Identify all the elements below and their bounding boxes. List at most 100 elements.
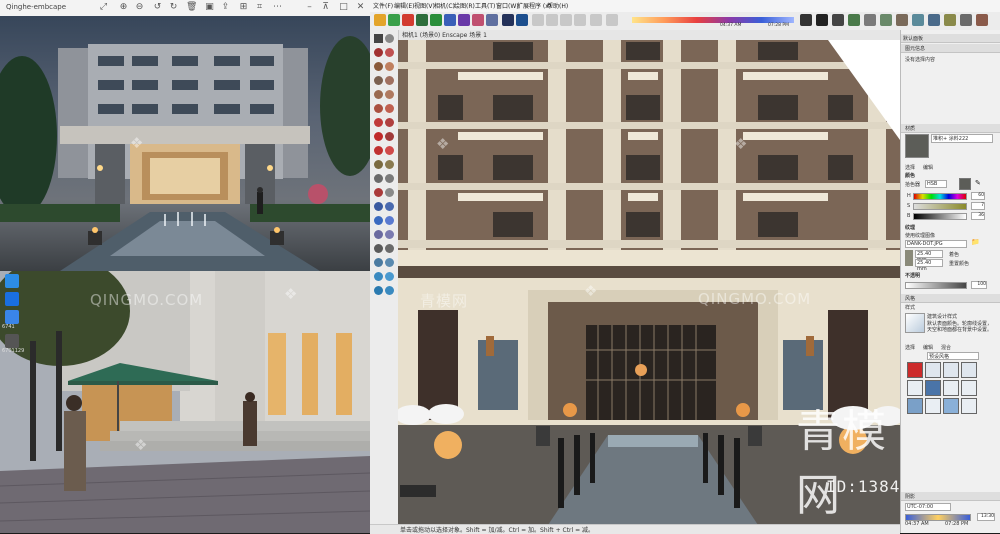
component-icon[interactable] bbox=[472, 14, 484, 26]
look-around-icon[interactable] bbox=[374, 258, 383, 267]
section-plane-icon[interactable] bbox=[816, 14, 828, 26]
maximize-icon[interactable]: □ bbox=[338, 2, 349, 13]
circle-icon[interactable] bbox=[374, 90, 383, 99]
follow-me-icon[interactable] bbox=[385, 118, 394, 127]
add-icon[interactable] bbox=[430, 14, 442, 26]
view-top-icon[interactable] bbox=[606, 14, 618, 26]
use-texture-checkbox[interactable]: 使用纹理图像 bbox=[905, 232, 935, 239]
delete-icon[interactable]: 🗑 bbox=[186, 2, 197, 13]
minimize-icon[interactable]: – bbox=[304, 2, 315, 13]
style-thumb-item[interactable] bbox=[943, 380, 959, 396]
text-icon[interactable] bbox=[385, 174, 394, 183]
style-thumb-item[interactable] bbox=[961, 362, 977, 378]
texture-icon[interactable] bbox=[848, 14, 860, 26]
texture-height-field[interactable]: 25.40 mm bbox=[915, 259, 943, 272]
offset-icon[interactable] bbox=[385, 146, 394, 155]
house-icon[interactable] bbox=[590, 14, 602, 26]
sandbox-icon[interactable] bbox=[385, 286, 394, 295]
style-tab-select[interactable]: 选择 bbox=[905, 344, 915, 351]
style-thumb-item[interactable] bbox=[961, 380, 977, 396]
style-thumb-item[interactable] bbox=[943, 398, 959, 414]
app-shortcut-icon[interactable] bbox=[5, 334, 19, 348]
tab-select[interactable]: 选择 bbox=[905, 164, 915, 171]
mail-icon[interactable] bbox=[502, 14, 514, 26]
push-pull-icon[interactable] bbox=[374, 118, 383, 127]
rotate-icon[interactable] bbox=[385, 132, 394, 141]
sandbox-icon[interactable] bbox=[374, 286, 383, 295]
walk-icon[interactable] bbox=[385, 244, 394, 253]
wireframe-icon[interactable] bbox=[832, 14, 844, 26]
outliner-icon[interactable] bbox=[928, 14, 940, 26]
image-icon[interactable]: ▣ bbox=[204, 2, 215, 13]
reset-color-checkbox[interactable]: 重置颜色 bbox=[949, 260, 969, 267]
rotate-left-icon[interactable]: ↺ bbox=[152, 2, 163, 13]
rotate-right-icon[interactable]: ↻ bbox=[168, 2, 179, 13]
close-icon[interactable]: ✕ bbox=[355, 2, 366, 13]
select-arrow-icon[interactable] bbox=[374, 34, 383, 43]
texture-file-field[interactable]: DANK-DOT.JPG bbox=[905, 240, 967, 248]
styles-header[interactable]: 风格 bbox=[901, 294, 1000, 303]
b-slider[interactable] bbox=[913, 213, 967, 220]
style-thumb-item[interactable] bbox=[925, 398, 941, 414]
materials-icon[interactable] bbox=[976, 14, 988, 26]
colorize-checkbox[interactable]: 着色 bbox=[949, 251, 959, 258]
time-slider[interactable] bbox=[905, 514, 971, 521]
style-tab-edit[interactable]: 编辑 bbox=[923, 344, 933, 351]
app-shortcut-icon[interactable] bbox=[5, 292, 19, 306]
rectangle-icon[interactable] bbox=[374, 76, 383, 85]
view-front-icon[interactable] bbox=[574, 14, 586, 26]
house-icon[interactable] bbox=[560, 14, 572, 26]
menu-draw[interactable]: 绘图(R) bbox=[454, 1, 475, 10]
3d-text-icon[interactable] bbox=[385, 188, 394, 197]
style-dropdown[interactable]: 预设风格 bbox=[927, 352, 979, 360]
grid-icon[interactable]: ⊞ bbox=[238, 2, 249, 13]
arc-icon[interactable] bbox=[374, 104, 383, 113]
protractor-icon[interactable] bbox=[374, 174, 383, 183]
scene-tab-label[interactable]: 相机1 (场景0) Enscape 场景 1 bbox=[402, 30, 487, 39]
zoom-out-icon[interactable]: ⊖ bbox=[134, 2, 145, 13]
paint-icon[interactable] bbox=[374, 48, 383, 57]
axes-icon[interactable] bbox=[374, 188, 383, 197]
texture-width-field[interactable]: 25.40 mm bbox=[915, 250, 943, 263]
scene-tabs[interactable]: 相机1 (场景0) Enscape 场景 1 bbox=[398, 30, 900, 40]
style-thumb-item[interactable] bbox=[907, 398, 923, 414]
materials-header[interactable]: 材质 bbox=[901, 124, 1000, 133]
figure-icon[interactable] bbox=[458, 14, 470, 26]
shaded-icon[interactable] bbox=[880, 14, 892, 26]
app-shortcut-icon[interactable] bbox=[5, 274, 19, 288]
view-iso-icon[interactable] bbox=[800, 14, 812, 26]
pan-icon[interactable] bbox=[385, 202, 394, 211]
style-thumb-item[interactable] bbox=[961, 398, 977, 414]
timezone-select[interactable]: UTC-07:00 bbox=[905, 503, 951, 511]
crop-icon[interactable]: ⌗ bbox=[254, 2, 265, 13]
dimension-icon[interactable] bbox=[385, 160, 394, 169]
menu-view[interactable]: 视图(V) bbox=[414, 1, 435, 10]
refresh-icon[interactable] bbox=[388, 14, 400, 26]
s-slider[interactable] bbox=[913, 203, 967, 210]
xray-icon[interactable] bbox=[864, 14, 876, 26]
style-thumb-item[interactable] bbox=[925, 362, 941, 378]
tree-icon[interactable] bbox=[416, 14, 428, 26]
polygon-icon[interactable] bbox=[385, 90, 394, 99]
tape-measure-icon[interactable] bbox=[374, 160, 383, 169]
material-name-field[interactable]: 堆积+ 涂料222 bbox=[931, 134, 993, 143]
zoom-icon[interactable] bbox=[374, 216, 383, 225]
scenes-icon[interactable] bbox=[944, 14, 956, 26]
folder-icon[interactable]: 📁 bbox=[971, 238, 980, 246]
line-icon[interactable] bbox=[374, 62, 383, 71]
style-thumb-item[interactable] bbox=[907, 380, 923, 396]
eraser-icon[interactable] bbox=[385, 48, 394, 57]
car-icon[interactable] bbox=[444, 14, 456, 26]
cloud-icon[interactable] bbox=[486, 14, 498, 26]
move-icon[interactable] bbox=[546, 14, 558, 26]
zoom-window-icon[interactable] bbox=[385, 216, 394, 225]
time-value[interactable]: 13:30 bbox=[977, 513, 995, 521]
h-slider[interactable] bbox=[913, 193, 967, 200]
s-value[interactable]: 7 bbox=[971, 202, 985, 210]
paint-bucket-icon[interactable] bbox=[374, 14, 386, 26]
menu-file[interactable]: 文件(F) bbox=[373, 1, 393, 10]
tab-edit[interactable]: 编辑 bbox=[923, 164, 933, 171]
opacity-value[interactable]: 100 bbox=[971, 281, 987, 289]
eyedropper-icon[interactable]: ✎ bbox=[975, 179, 981, 187]
opacity-slider[interactable] bbox=[905, 282, 967, 289]
